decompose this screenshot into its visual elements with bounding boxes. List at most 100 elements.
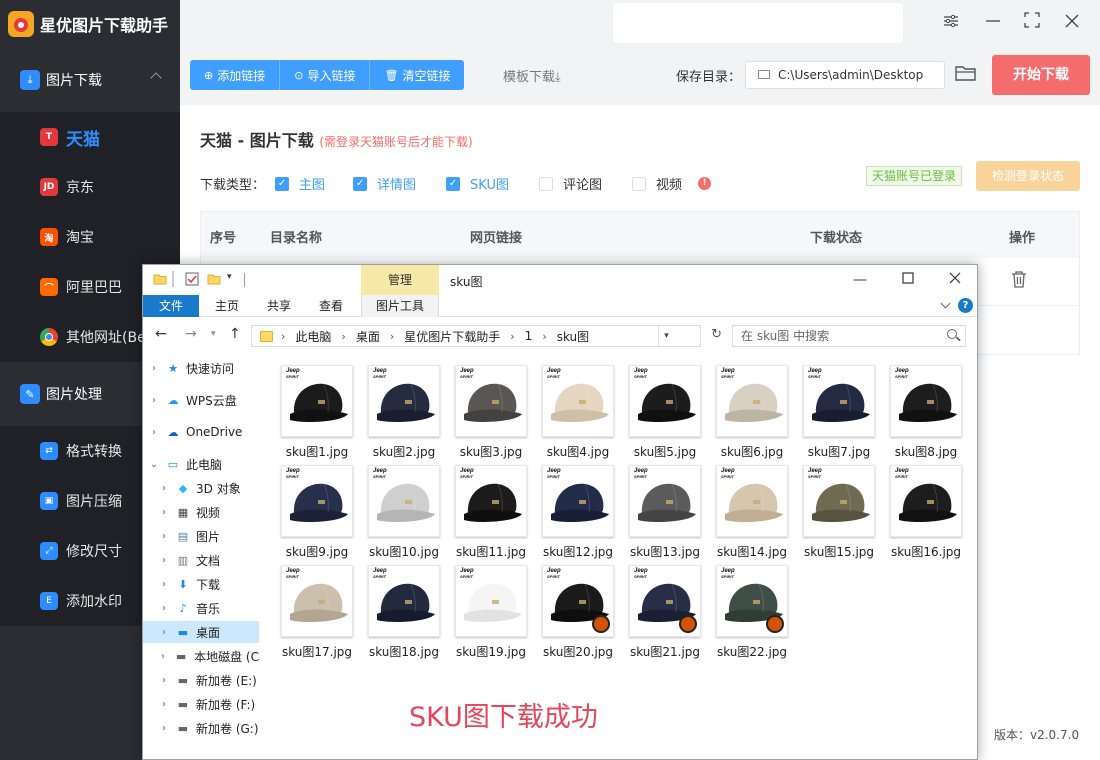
tree-item[interactable]: › ⬇ 下载 <box>143 573 259 595</box>
start-download-button[interactable]: 开始下载 <box>992 55 1090 95</box>
chevron-right-icon[interactable]: › <box>157 699 171 710</box>
file-item[interactable]: Jeep SPIRIT sku图13.jpg <box>621 465 705 561</box>
tree-item[interactable]: › ◆ 3D 对象 <box>143 477 259 499</box>
chevron-right-icon[interactable]: › <box>157 675 171 686</box>
new-folder-icon[interactable] <box>207 272 221 286</box>
chevron-right-icon[interactable]: › <box>157 723 171 734</box>
tree-item[interactable]: › ▦ 视频 <box>143 501 259 523</box>
trash-icon[interactable] <box>1011 270 1027 288</box>
help-icon[interactable]: ? <box>958 298 973 313</box>
tree-item[interactable]: › ▥ 文档 <box>143 549 259 571</box>
file-item[interactable]: Jeep SPIRIT sku图3.jpg <box>447 365 531 461</box>
chevron-right-icon[interactable]: › <box>157 531 171 542</box>
maximize-icon[interactable] <box>898 270 918 290</box>
file-item[interactable]: Jeep SPIRIT sku图14.jpg <box>708 465 792 561</box>
file-item[interactable]: Jeep SPIRIT sku图9.jpg <box>273 465 357 561</box>
file-item[interactable]: Jeep SPIRIT sku图6.jpg <box>708 365 792 461</box>
breadcrumb-app-folder[interactable]: 星优图片下载助手 <box>404 328 500 345</box>
file-item[interactable]: Jeep SPIRIT sku图1.jpg <box>273 365 357 461</box>
file-item[interactable]: Jeep SPIRIT sku图10.jpg <box>360 465 444 561</box>
import-link-button[interactable]: ⊙ 导入链接 <box>280 60 371 90</box>
tree-item[interactable]: › ▤ 图片 <box>143 525 259 547</box>
add-link-button[interactable]: ⊕ 添加链接 <box>190 60 281 90</box>
breadcrumb-sku-folder[interactable]: sku图 <box>557 328 589 345</box>
file-item[interactable]: Jeep SPIRIT sku图12.jpg <box>534 465 618 561</box>
tree-item[interactable]: ⌄ ▭ 此电脑 <box>143 453 259 475</box>
tree-item[interactable]: › ☁ WPS云盘 <box>143 389 259 411</box>
breadcrumb-this-pc[interactable]: 此电脑 <box>295 328 331 345</box>
ribbon-tab-view[interactable]: 查看 <box>311 295 351 317</box>
chevron-right-icon[interactable]: › <box>157 651 169 662</box>
maximize-icon[interactable] <box>1021 12 1043 34</box>
file-item[interactable]: Jeep SPIRIT sku图21.jpg <box>621 565 705 661</box>
file-item[interactable]: Jeep SPIRIT sku图15.jpg <box>795 465 879 561</box>
tree-item[interactable]: › ▬ 新加卷 (G:) <box>143 717 259 739</box>
sidebar-item-taobao[interactable]: 淘 淘宝 <box>0 212 180 262</box>
tree-item[interactable]: › ★ 快速访问 <box>143 357 259 379</box>
minimize-icon[interactable] <box>982 12 1004 34</box>
tree-item[interactable]: › ▬ 新加卷 (E:) <box>143 669 259 691</box>
info-warning-icon[interactable]: ! <box>698 177 712 190</box>
quick-access-dropdown-icon[interactable]: ▾ <box>227 272 241 286</box>
chevron-right-icon[interactable]: › <box>157 507 171 518</box>
address-dropdown-icon[interactable]: ▾ <box>658 326 674 346</box>
nav-group-image-download[interactable]: ⤓ 图片下载 <box>0 48 180 112</box>
tree-item[interactable]: › ♪ 音乐 <box>143 597 259 619</box>
ribbon-tab-file[interactable]: 文件 <box>143 295 199 317</box>
open-folder-icon[interactable] <box>955 64 977 82</box>
up-arrow-icon[interactable]: ↑ <box>229 326 241 342</box>
type-sku-image-checkbox[interactable]: ✓ SKU图 <box>446 174 509 193</box>
manage-context-tab[interactable]: 管理 <box>361 265 439 295</box>
chevron-right-icon[interactable]: › <box>157 555 171 566</box>
ribbon-tab-share[interactable]: 共享 <box>259 295 299 317</box>
tree-item[interactable]: › ▬ 本地磁盘 (C <box>143 645 259 667</box>
file-item[interactable]: Jeep SPIRIT sku图18.jpg <box>360 565 444 661</box>
chevron-right-icon[interactable]: › <box>157 579 171 590</box>
file-item[interactable]: Jeep SPIRIT sku图4.jpg <box>534 365 618 461</box>
sidebar-item-tmall[interactable]: T 天猫 <box>0 112 180 162</box>
clear-link-button[interactable]: 🗑 清空链接 <box>370 60 465 90</box>
type-comment-image-checkbox[interactable]: 评论图 <box>539 174 602 193</box>
type-video-checkbox[interactable]: 视频 <box>632 174 682 193</box>
address-bar[interactable]: › 此电脑 › 桌面 › 星优图片下载助手 › 1 › sku图 ▾ ↻ <box>251 325 722 347</box>
breadcrumb-desktop[interactable]: 桌面 <box>356 328 380 345</box>
forward-arrow-icon[interactable]: → <box>185 326 197 342</box>
chevron-down-icon[interactable]: ⌄ <box>147 459 161 470</box>
tree-item[interactable]: › ☁ OneDrive <box>143 421 259 443</box>
chevron-right-icon[interactable]: › <box>157 603 171 614</box>
file-item[interactable]: Jeep SPIRIT sku图20.jpg <box>534 565 618 661</box>
minimize-icon[interactable]: — <box>850 270 870 290</box>
file-item[interactable]: Jeep SPIRIT sku图8.jpg <box>882 365 966 461</box>
type-detail-image-checkbox[interactable]: ✓ 详情图 <box>353 174 416 193</box>
chevron-right-icon[interactable]: › <box>157 483 171 494</box>
file-item[interactable]: Jeep SPIRIT sku图16.jpg <box>882 465 966 561</box>
close-icon[interactable] <box>945 270 965 290</box>
file-item[interactable]: Jeep SPIRIT sku图17.jpg <box>273 565 357 661</box>
chevron-down-icon[interactable] <box>940 298 951 309</box>
chevron-right-icon[interactable]: › <box>147 427 161 438</box>
settings-icon[interactable] <box>940 12 962 34</box>
file-item[interactable]: Jeep SPIRIT sku图2.jpg <box>360 365 444 461</box>
template-download-link[interactable]: 模板下载⤓ <box>503 66 561 85</box>
back-arrow-icon[interactable]: ← <box>155 326 167 342</box>
file-item[interactable]: Jeep SPIRIT sku图7.jpg <box>795 365 879 461</box>
properties-icon[interactable] <box>185 272 199 286</box>
ribbon-tab-picture-tools[interactable]: 图片工具 <box>361 295 439 317</box>
breadcrumb-folder-1[interactable]: 1 <box>525 329 533 343</box>
save-dir-input[interactable]: C:\Users\admin\Desktop <box>745 61 945 89</box>
refresh-icon[interactable]: ↻ <box>711 327 722 342</box>
explorer-search-input[interactable]: 在 sku图 中搜索 <box>732 325 966 347</box>
chevron-right-icon[interactable]: › <box>147 395 161 406</box>
file-item[interactable]: Jeep SPIRIT sku图19.jpg <box>447 565 531 661</box>
recent-dropdown-icon[interactable]: ▾ <box>211 329 216 339</box>
close-icon[interactable] <box>1061 12 1083 34</box>
sidebar-item-jd[interactable]: JD 京东 <box>0 162 180 212</box>
tree-item[interactable]: › ▬ 新加卷 (F:) <box>143 693 259 715</box>
check-login-button[interactable]: 检测登录状态 <box>976 161 1080 191</box>
file-item[interactable]: Jeep SPIRIT sku图5.jpg <box>621 365 705 461</box>
file-item[interactable]: Jeep SPIRIT sku图22.jpg <box>708 565 792 661</box>
type-main-image-checkbox[interactable]: ✓ 主图 <box>275 174 325 193</box>
chevron-right-icon[interactable]: › <box>157 627 171 638</box>
file-item[interactable]: Jeep SPIRIT sku图11.jpg <box>447 465 531 561</box>
chevron-right-icon[interactable]: › <box>147 363 161 374</box>
